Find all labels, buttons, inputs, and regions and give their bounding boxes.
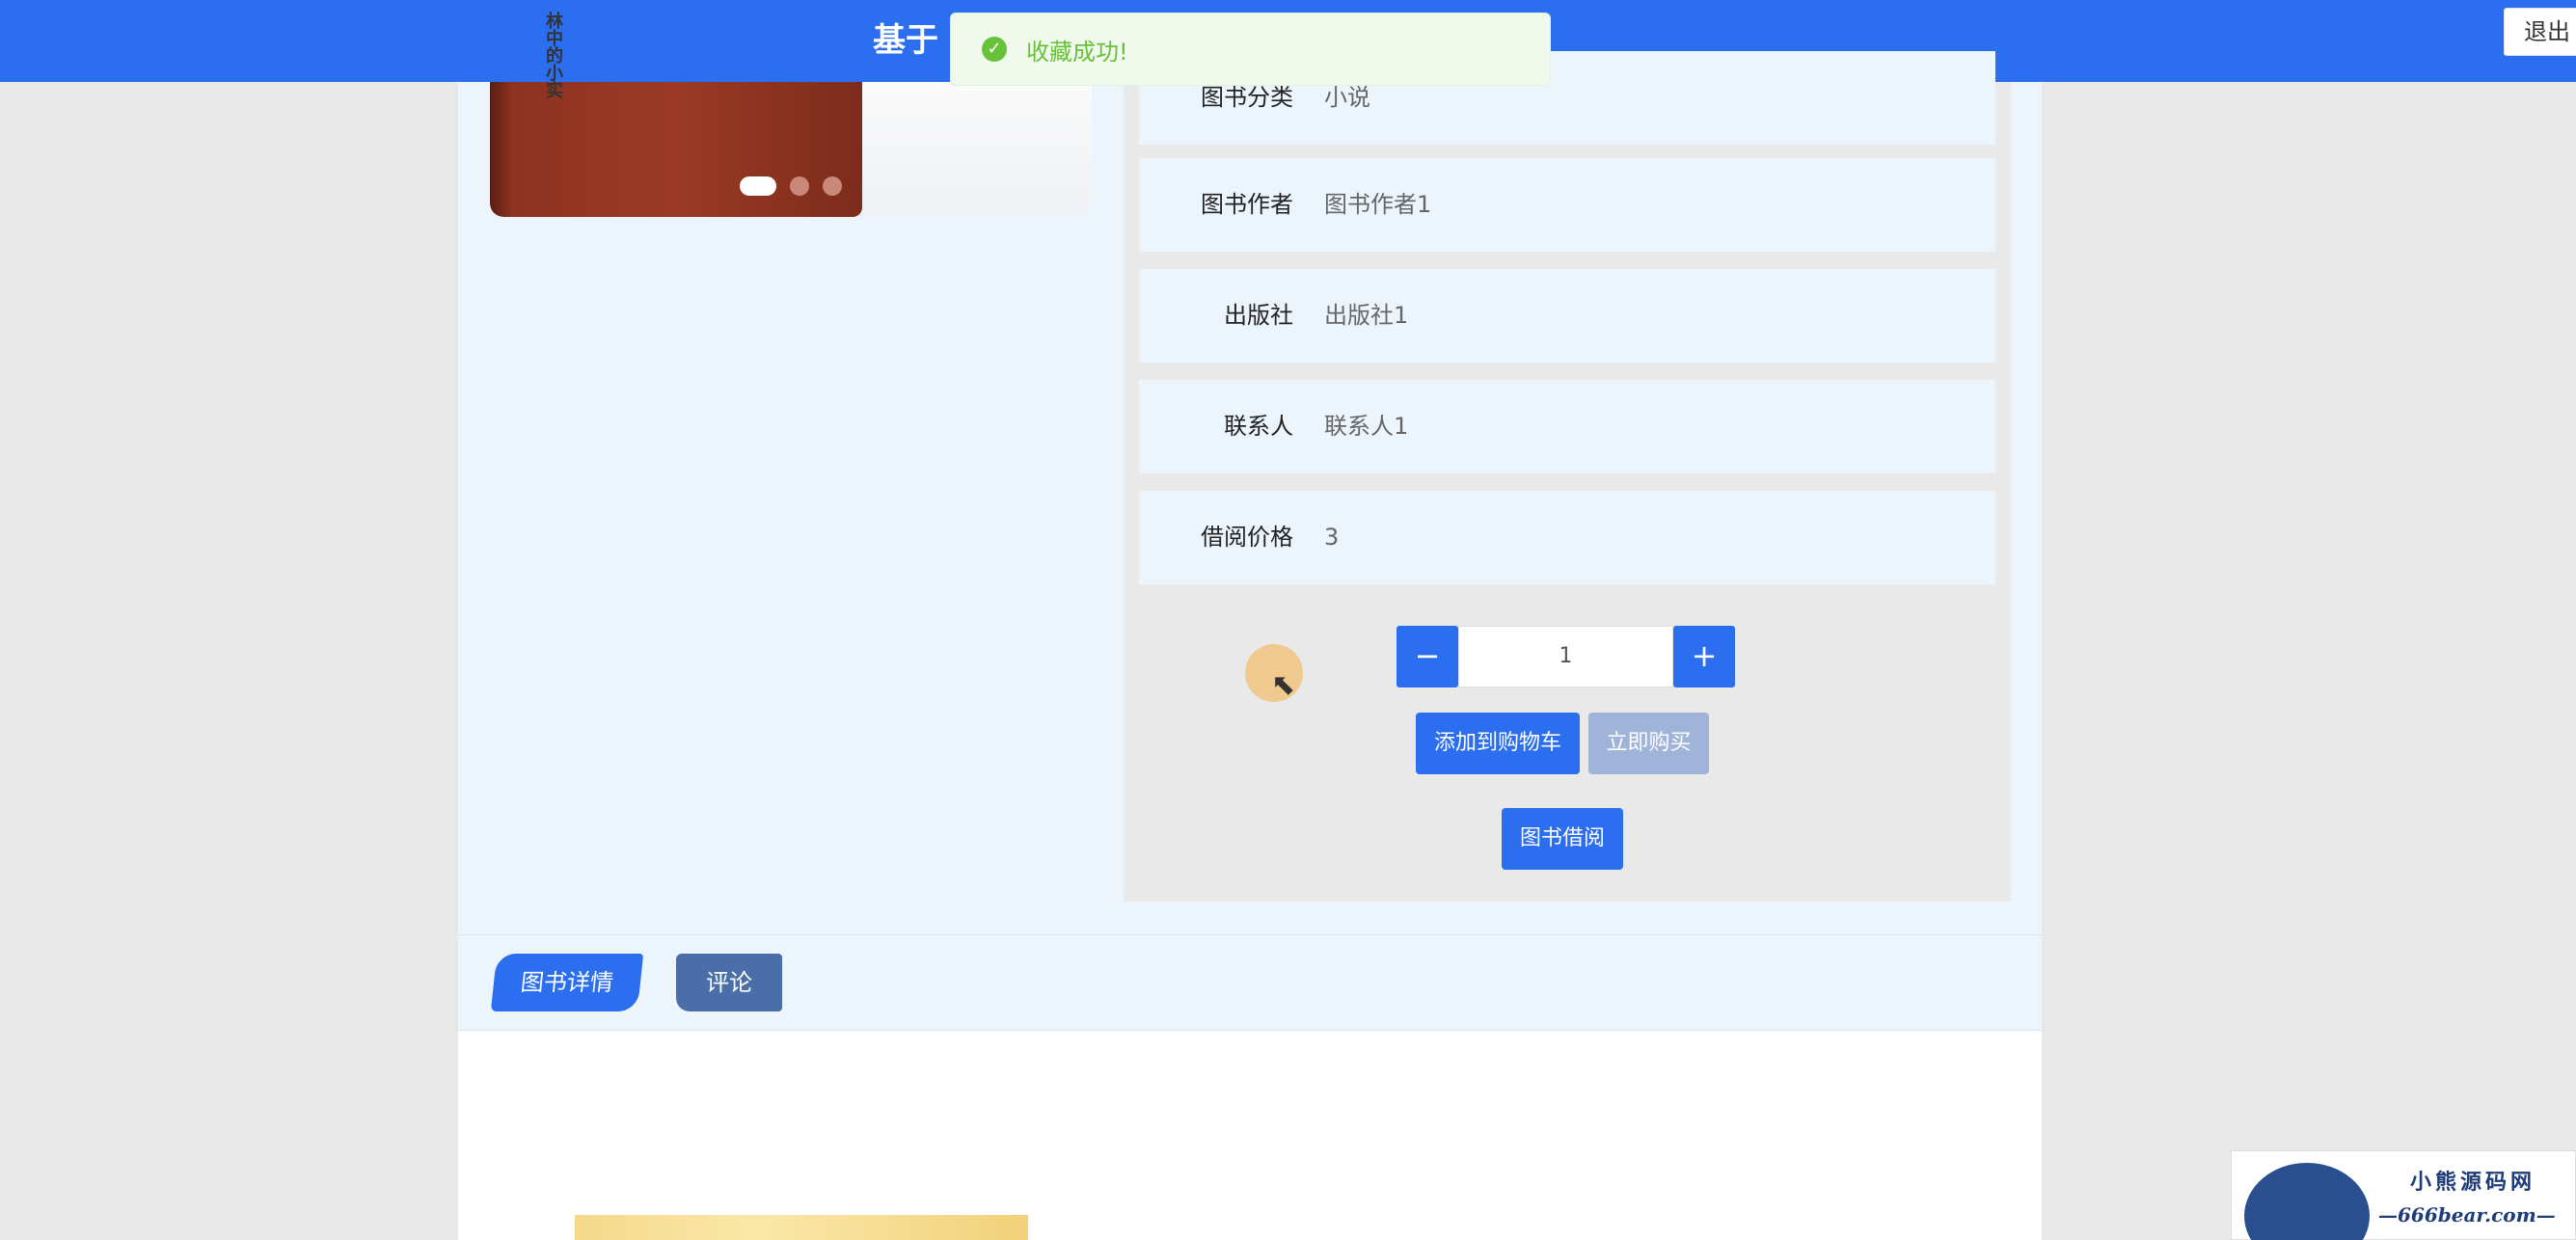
book-cover-carousel[interactable] [490,82,1092,217]
info-label: 借阅价格 [1201,524,1293,551]
detail-content [458,1031,2042,1240]
info-row-price: 借阅价格 3 [1139,491,1995,584]
quantity-input[interactable]: 1 [1458,626,1673,687]
add-to-cart-button[interactable]: 添加到购物车 [1416,713,1580,774]
quantity-decrement-button[interactable]: − [1396,626,1458,687]
carousel-dot-3[interactable] [823,176,842,196]
info-label: 图书作者 [1201,191,1293,218]
borrow-book-button[interactable]: 图书借阅 [1502,808,1623,870]
bear-logo-icon [2244,1163,2370,1240]
site-title: 基于 [873,21,938,60]
info-value: 联系人1 [1324,413,1409,440]
carousel-dot-2[interactable] [790,176,809,196]
info-row-publisher: 出版社 出版社1 [1139,269,1995,363]
logout-button[interactable]: 退出 [2504,8,2576,56]
info-value: 图书作者1 [1324,191,1432,218]
success-toast: ✓ 收藏成功! [950,13,1551,86]
carousel-indicators[interactable] [740,176,842,196]
info-row-author: 图书作者 图书作者1 [1139,158,1995,252]
cover-title-text: 林中的小实 [543,12,563,98]
buy-now-button[interactable]: 立即购买 [1588,713,1709,774]
mouse-cursor-icon: ⬉ [1271,668,1296,702]
info-value: 出版社1 [1324,302,1409,329]
site-watermark: 小熊源码网 —666bear.com— [2231,1150,2576,1240]
toast-message: 收藏成功! [1026,38,1128,66]
watermark-title: 小熊源码网 [2410,1170,2536,1195]
tab-book-details[interactable]: 图书详情 [490,954,644,1011]
watermark-url: —666bear.com— [2378,1203,2556,1227]
book-cover-page [862,82,1092,217]
info-label: 联系人 [1224,413,1293,440]
book-cover-image [490,82,862,217]
info-label: 出版社 [1224,302,1293,329]
carousel-dot-1[interactable] [740,176,776,196]
tab-comments[interactable]: 评论 [676,954,782,1011]
detail-book-image [575,1215,1028,1240]
info-value: 3 [1324,524,1340,551]
check-circle-icon: ✓ [982,37,1007,62]
quantity-increment-button[interactable]: + [1673,626,1735,687]
info-row-contact: 联系人 联系人1 [1139,380,1995,473]
